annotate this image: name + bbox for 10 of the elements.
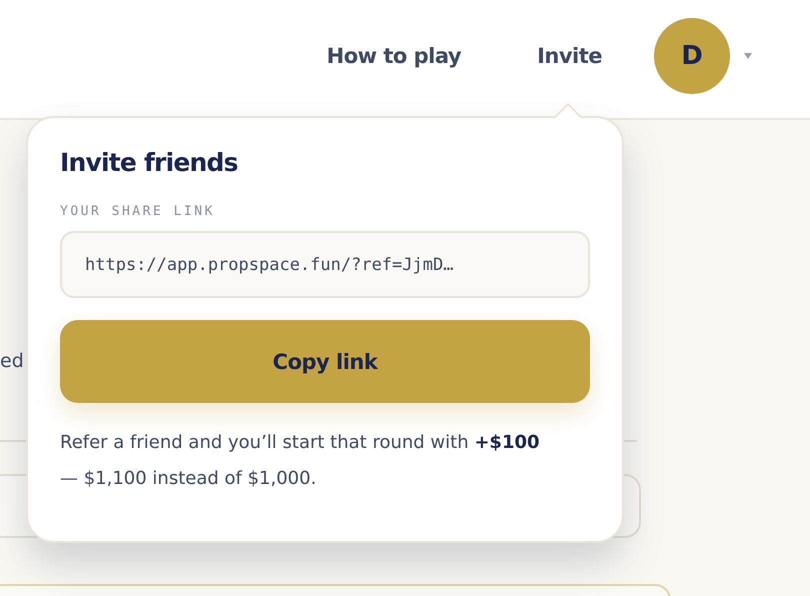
caret-icon[interactable]: [744, 53, 752, 59]
nav-link[interactable]: Invite: [537, 44, 602, 68]
copy-link-button[interactable]: Copy link: [60, 320, 590, 403]
share-link-field[interactable]: https://app.propspace.fun/?ref=JjmD…: [60, 231, 590, 298]
body-text: ed: [0, 350, 24, 372]
popover-title: Invite friends: [60, 148, 239, 177]
referral-note: Refer a friend and you’ll start that round with +$100 — $1,100 instead of $1,000.: [60, 431, 540, 491]
nav-link[interactable]: How to play: [326, 44, 462, 68]
avatar[interactable]: D: [654, 18, 730, 94]
field-label: YOUR SHARE LINK: [60, 204, 216, 219]
